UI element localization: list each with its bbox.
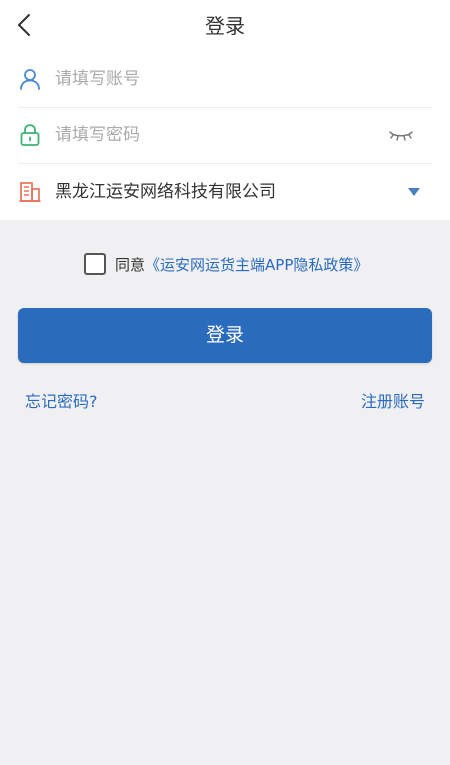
forgot-password-link[interactable]: 忘记密码? bbox=[25, 388, 98, 412]
agreement: 同意 《运安网运货主端APP隐私政策》 bbox=[84, 252, 368, 276]
building-icon bbox=[19, 182, 41, 202]
account-input[interactable] bbox=[55, 64, 355, 94]
company-select-value: 黑龙江运安网络科技有限公司 bbox=[55, 182, 276, 202]
account-row bbox=[18, 52, 432, 108]
header: 登录 bbox=[0, 0, 450, 52]
agreement-checkbox[interactable] bbox=[84, 253, 106, 275]
register-account-link[interactable]: 注册账号 bbox=[361, 388, 425, 412]
user-icon bbox=[20, 69, 40, 90]
caret-down-icon[interactable] bbox=[406, 185, 422, 199]
eye-closed-icon[interactable] bbox=[388, 124, 414, 146]
password-input[interactable] bbox=[55, 120, 355, 150]
lock-icon bbox=[20, 124, 40, 146]
page-title: 登录 bbox=[205, 14, 245, 38]
agreement-prefix: 同意 bbox=[115, 255, 146, 274]
login-form: 黑龙江运安网络科技有限公司 bbox=[0, 52, 450, 220]
privacy-policy-link[interactable]: 《运安网运货主端APP隐私政策》 bbox=[145, 254, 368, 275]
password-row bbox=[18, 108, 432, 164]
login-button[interactable]: 登录 bbox=[18, 308, 432, 363]
login-screen: 登录 请填写账号 黑龙江运安网络科技有限公司 同意 《运安网运货主端APP隐私政… bbox=[0, 0, 450, 765]
company-row[interactable]: 黑龙江运安网络科技有限公司 bbox=[18, 164, 432, 220]
back-chevron-icon[interactable] bbox=[10, 10, 40, 40]
